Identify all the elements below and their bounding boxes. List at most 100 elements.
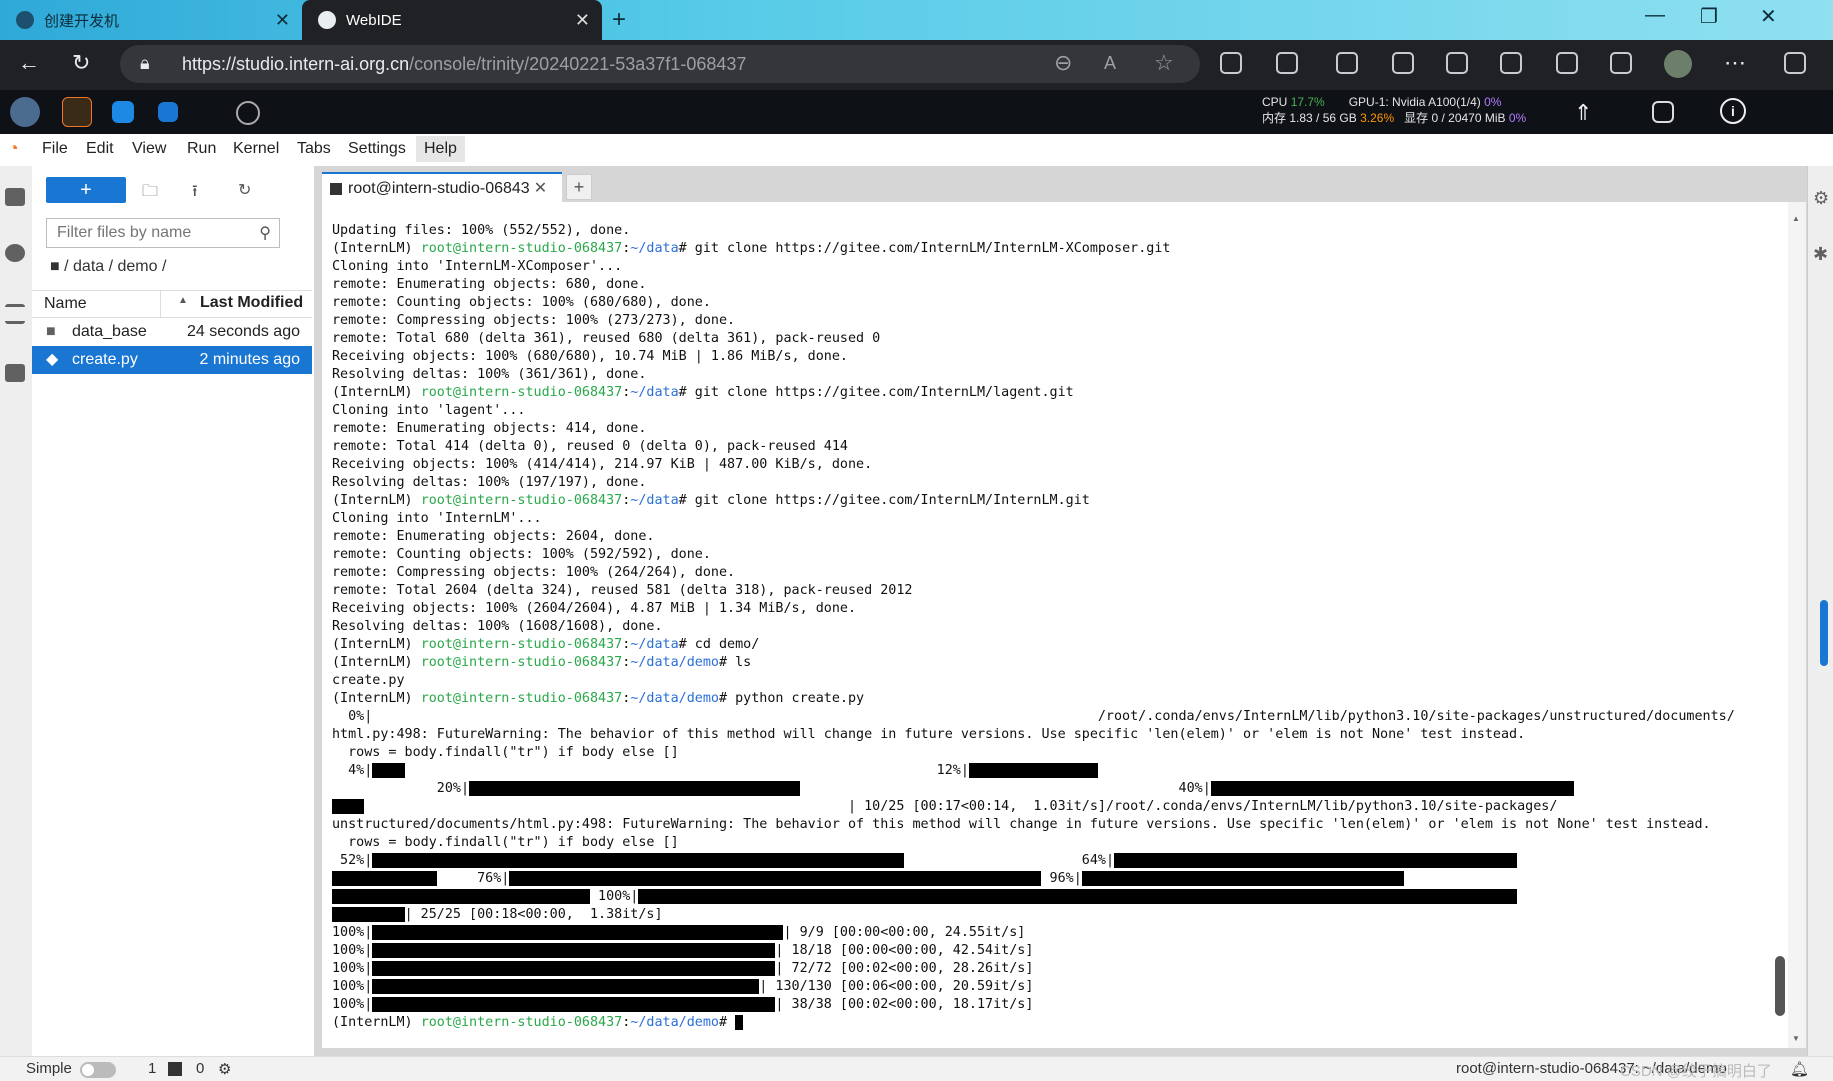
notification-icon[interactable]: 🔔︎ [1790, 1060, 1809, 1078]
vscode-icon[interactable] [158, 102, 178, 122]
progress-bar-fill [968, 763, 1098, 778]
read-aloud-icon[interactable]: A [1104, 53, 1116, 74]
terminal-segment: 100%| [332, 997, 373, 1012]
star-icon[interactable]: ☆ [1154, 50, 1174, 76]
new-folder-icon[interactable]: 🗀 [142, 180, 158, 207]
kernels-count[interactable]: 0 [196, 1060, 204, 1077]
terminal-line: remote: Enumerating objects: 680, done. [332, 276, 1735, 294]
app-logo-icon[interactable] [10, 97, 40, 127]
toc-icon[interactable] [5, 304, 25, 324]
terminal-line: remote: Total 2604 (delta 324), reused 5… [332, 582, 1735, 600]
property-inspector-icon[interactable]: ⚙ [1813, 188, 1829, 209]
close-tab-icon[interactable]: ✕ [275, 10, 290, 31]
terminal-line: remote: Enumerating objects: 414, done. [332, 420, 1735, 438]
app-toolbar [0, 90, 1833, 134]
puzzle-icon[interactable] [1276, 52, 1298, 74]
menu-settings[interactable]: Settings [348, 140, 406, 158]
tensorflow-icon[interactable]: ⇑ [1574, 100, 1592, 126]
favorites-icon[interactable] [1446, 52, 1468, 74]
file-row[interactable]: ◆ create.py 2 minutes ago [32, 346, 312, 374]
scrollbar-thumb[interactable] [1775, 956, 1785, 1016]
folder-icon[interactable] [5, 188, 25, 206]
breadcrumb[interactable]: ■ / data / demo / [50, 258, 166, 276]
add-tab-button[interactable]: + [566, 174, 592, 200]
music-icon[interactable] [1392, 52, 1414, 74]
terminal-segment: ~/data [630, 637, 679, 652]
new-tab-icon[interactable]: + [612, 6, 626, 34]
filter-files-input[interactable]: Filter files by name ⚲ [46, 218, 280, 248]
python-file-icon: ◆ [46, 351, 59, 368]
terminals-count[interactable]: 1 [148, 1060, 156, 1077]
terminal-segment: # git clone https://gitee.com/InternLM/I… [678, 493, 1090, 508]
browser-tab-webide[interactable]: WebIDE ✕ [302, 0, 602, 40]
terminal-segment: root@intern-studio-068437 [420, 241, 623, 256]
terminal-line: Receiving objects: 100% (2604/2604), 4.8… [332, 600, 1735, 618]
terminal-segment: remote: Total 414 (delta 0), reused 0 (d… [332, 439, 848, 454]
terminal-segment: (InternLM) [332, 637, 421, 652]
screenshot-icon[interactable] [1610, 52, 1632, 74]
terminal-segment: remote: Compressing objects: 100% (273/2… [332, 313, 736, 328]
refresh-icon[interactable]: ↻ [238, 180, 251, 200]
sidebar-icon[interactable] [1784, 52, 1806, 74]
running-icon[interactable] [5, 244, 25, 262]
simple-mode-toggle[interactable] [80, 1062, 116, 1078]
upload-icon[interactable]: ⭱ [192, 180, 198, 207]
gpu-pct: 0% [1484, 95, 1502, 109]
file-row[interactable]: ■ data_base 24 seconds ago [32, 318, 312, 346]
menu-bar: ◔ File Edit View Run Kernel Tabs Setting… [0, 134, 1833, 167]
more-icon[interactable]: ⋯ [1724, 50, 1746, 76]
refresh-icon[interactable]: ↻ [72, 50, 90, 76]
terminal-segment: ~/data [630, 385, 679, 400]
progress-bar-fill [1081, 871, 1405, 886]
terminal-output[interactable]: Updating files: 100% (552/552), done. (In… [322, 202, 1788, 1048]
tab-terminal[interactable]: root@intern-studio-06843 ✕ [322, 172, 562, 202]
kernel-icon: ⚙ [218, 1061, 232, 1078]
terminal-scrollbar[interactable]: ▲ ▼ [1788, 202, 1806, 1048]
terminal-segment: remote: Counting objects: 100% (680/680)… [332, 295, 711, 310]
url-text[interactable]: https://studio.intern-ai.org.cn/console/… [182, 54, 746, 75]
vram-value: 0 / 20470 MiB [1431, 111, 1506, 125]
column-divider [160, 291, 161, 317]
monitor-icon[interactable] [1652, 101, 1674, 123]
arrow-left-icon[interactable]: ← [18, 50, 40, 76]
extension-icon[interactable] [5, 364, 25, 382]
menu-edit[interactable]: Edit [86, 140, 114, 158]
close-tab-icon[interactable]: ✕ [575, 10, 590, 31]
split-screen-icon[interactable] [1336, 52, 1358, 74]
history-icon[interactable] [1500, 52, 1522, 74]
menu-view[interactable]: View [132, 140, 166, 158]
terminal-segment: ~/data/demo [630, 655, 719, 670]
info-icon[interactable]: i [1720, 98, 1746, 124]
lock-icon[interactable]: 🔒︎ [140, 53, 150, 74]
menu-kernel[interactable]: Kernel [233, 140, 279, 158]
terminal-segment: 64%| [904, 853, 1115, 868]
scroll-up-icon[interactable]: ▲ [1792, 214, 1800, 223]
avatar[interactable] [1664, 50, 1692, 78]
close-window-icon[interactable]: ✕ [1760, 4, 1777, 29]
terminal-segment: | 25/25 [00:18<00:00, 1.38it/s] [404, 907, 663, 922]
compass-icon[interactable] [236, 101, 260, 125]
extension-icon[interactable] [1220, 52, 1242, 74]
new-launcher-button[interactable]: + [46, 177, 126, 203]
menu-file[interactable]: File [42, 140, 68, 158]
code-icon[interactable] [112, 101, 134, 123]
menu-run[interactable]: Run [187, 140, 216, 158]
restore-icon[interactable]: ❐ [1700, 4, 1718, 29]
menu-help[interactable]: Help [416, 136, 465, 162]
column-name[interactable]: Name [44, 295, 87, 313]
debugger-icon[interactable]: ✱ [1813, 244, 1828, 265]
download-icon[interactable] [1556, 52, 1578, 74]
browser-tab-create[interactable]: 创建开发机 ✕ [0, 0, 302, 40]
terminal-segment: 100%| [332, 925, 373, 940]
browser-tab-title: 创建开发机 [44, 12, 120, 30]
terminal-segment: Resolving deltas: 100% (361/361), done. [332, 367, 647, 382]
terminal-line: remote: Total 414 (delta 0), reused 0 (d… [332, 438, 1735, 456]
jupyter-icon[interactable] [62, 97, 92, 127]
minimize-icon[interactable]: — [1645, 4, 1665, 27]
close-icon[interactable]: ✕ [534, 180, 547, 197]
menu-tabs[interactable]: Tabs [297, 140, 331, 158]
column-last-modified[interactable]: Last Modified [200, 294, 303, 312]
zoom-icon[interactable]: ⊖ [1054, 50, 1072, 76]
scroll-down-icon[interactable]: ▼ [1792, 1034, 1800, 1043]
search-icon: ⚲ [259, 225, 271, 242]
